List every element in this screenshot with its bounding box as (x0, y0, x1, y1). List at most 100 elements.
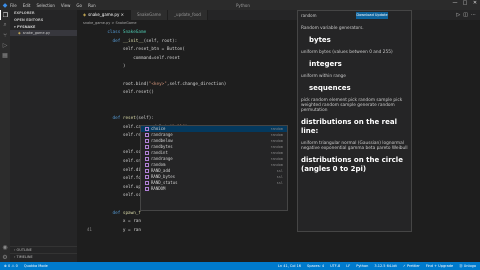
close-icon[interactable]: ✕ (470, 0, 480, 6)
menu-run[interactable]: Run (88, 3, 96, 8)
code-token: x = ran (97, 219, 141, 225)
code-token: root.bind( (97, 81, 149, 87)
more-actions-icon[interactable]: ⋯ (471, 12, 476, 18)
code-text: def spawn_f (97, 211, 141, 217)
code-line[interactable]: root.bind("<key>",self.change_direction) (77, 82, 297, 88)
suggestion-label: RAND_add (151, 168, 171, 173)
timeline-section[interactable]: › TIMELINE (10, 253, 77, 260)
code-line[interactable]: x = ran (77, 219, 297, 225)
timeline-label: TIMELINE (16, 255, 33, 259)
code-token: command=self.reset (97, 55, 180, 61)
source-control-icon[interactable]: ⑂ (0, 30, 10, 40)
status-item[interactable]: Python (356, 262, 368, 270)
code-line[interactable]: self.reset() (77, 90, 297, 96)
status-item[interactable]: Spaces: 4 (307, 262, 324, 270)
account-icon[interactable]: ◉ (0, 242, 10, 252)
outline-section[interactable]: › OUTLINE (10, 246, 77, 253)
menu-edit[interactable]: Edit (23, 3, 31, 8)
code-token: self.sc (97, 193, 141, 199)
code-text: root.bind("<key>",self.change_direction) (97, 81, 227, 88)
code-text: self.up (97, 185, 141, 191)
explorer-icon[interactable]: ❐ (0, 10, 10, 20)
sidebar-explorer: EXPLORER OPEN EDITORS ▾ PYSNAKE ◈ snake_g… (10, 10, 77, 262)
docs-text-sequences: pick random element pick random sample p… (301, 98, 403, 113)
close-tab-icon[interactable]: × (121, 12, 124, 17)
download-update-button[interactable]: Download Update (356, 12, 388, 19)
window-controls: — □ ✕ (450, 0, 480, 6)
code-text: self.di (97, 168, 141, 174)
code-line[interactable]: class SnakeGame (77, 30, 297, 36)
symbol-method-icon (145, 163, 149, 167)
code-line[interactable] (77, 99, 297, 105)
code-token: self.reset() (97, 90, 154, 96)
code-token: def (97, 116, 123, 121)
status-item[interactable]: ✓ Prettier (403, 262, 420, 270)
minimize-icon[interactable]: — (450, 0, 460, 6)
code-token: def (97, 210, 123, 216)
extensions-icon[interactable]: ▦ (0, 50, 10, 60)
code-line[interactable] (77, 107, 297, 113)
status-item[interactable]: 3.12.5 64-bit (374, 262, 397, 270)
code-line[interactable]: ) (77, 64, 297, 70)
status-problems[interactable]: ⊗ 0 ⚠ 0 (4, 262, 18, 270)
code-text: def __init__(self, root): (97, 39, 178, 45)
status-item[interactable]: Find + Upgrade (426, 262, 453, 270)
status-right-items: Ln 41, Col 16 Spaces: 4 UTF-8 LF Python 3.12.… (278, 262, 476, 270)
suggestion-label: randbytes (151, 144, 173, 149)
run-icon[interactable]: ▷ (456, 12, 460, 18)
code-token: reset (122, 116, 136, 121)
code-token: class (97, 30, 123, 35)
status-item[interactable]: UTF-8 (330, 262, 340, 270)
menu-view[interactable]: View (61, 3, 71, 8)
code-text: self.sc (97, 193, 141, 199)
docs-intro: Random variable generators. (301, 26, 364, 31)
explorer-header: EXPLORER (14, 11, 35, 15)
tab-snake-game[interactable]: ◈ snake_game.py × (77, 10, 131, 20)
title-bar: ◆ File Edit Selection View Go Run Python… (0, 0, 480, 10)
symbol-method-icon (145, 133, 149, 137)
settings-gear-icon[interactable]: ⚙ (0, 252, 10, 262)
suggestion-label: randrange (151, 156, 173, 161)
code-line[interactable]: command=self.reset (77, 56, 297, 62)
status-bar: ⊗ 0 ⚠ 0 Quokka Mode Ln 41, Col 16 Spaces:… (0, 262, 480, 270)
maximize-icon[interactable]: □ (460, 0, 470, 6)
docs-heading-circle: distributions on the circle (angles 0 to… (301, 156, 403, 173)
search-icon[interactable]: ⌕ (0, 20, 10, 30)
status-item[interactable]: LF (346, 262, 350, 270)
menu-selection[interactable]: Selection (36, 3, 54, 8)
code-token: self.di (97, 167, 141, 173)
code-line[interactable] (77, 73, 297, 79)
open-editors-section[interactable]: OPEN EDITORS (10, 17, 77, 24)
code-token: self.reset_btn = Button( (97, 47, 185, 53)
tab-snakegame-class[interactable]: SnakeGame (130, 10, 169, 20)
code-text: class SnakeGame (97, 30, 146, 36)
menu-file[interactable]: File (10, 3, 17, 8)
code-line[interactable]: def spawn_f (77, 211, 297, 217)
python-file-icon: ◈ (83, 12, 87, 17)
code-line[interactable]: 41 y = ran (77, 228, 297, 234)
status-quokka[interactable]: Quokka Mode (24, 262, 48, 270)
code-text: command=self.reset (97, 56, 180, 62)
code-line[interactable]: def __init__(self, root): (77, 39, 297, 45)
code-text: y = ran (97, 228, 141, 234)
menu-go[interactable]: Go (76, 3, 82, 8)
window-title: Python (236, 2, 250, 8)
code-line[interactable]: self.reset_btn = Button( (77, 47, 297, 53)
code-text: def reset(self): (97, 116, 154, 122)
sidebar-file-snake-game[interactable]: ◈ snake_game.py (10, 30, 77, 36)
suggestion-item[interactable]: RANDOM (141, 186, 287, 192)
outline-label: OUTLINE (16, 248, 32, 252)
code-line[interactable]: def reset(self): (77, 116, 297, 122)
editor-actions: ▷ ◫ ⋯ (412, 10, 480, 20)
code-text: self.reset() (97, 90, 154, 96)
status-item[interactable]: Ln 41, Col 16 (278, 262, 301, 270)
tab-update-food[interactable]: _update_food (168, 10, 208, 20)
status-item[interactable]: Ⓞ Unlogo (459, 262, 476, 270)
vscode-logo-icon: ◆ (2, 1, 8, 9)
split-editor-icon[interactable]: ◫ (463, 12, 468, 18)
line-number: 41 (86, 227, 92, 233)
code-token: "<key>" (148, 81, 167, 87)
suggestion-label: RANDOM (151, 186, 166, 191)
run-debug-icon[interactable]: ▷ (0, 40, 10, 50)
folder-label: PYSNAKE (16, 25, 36, 29)
